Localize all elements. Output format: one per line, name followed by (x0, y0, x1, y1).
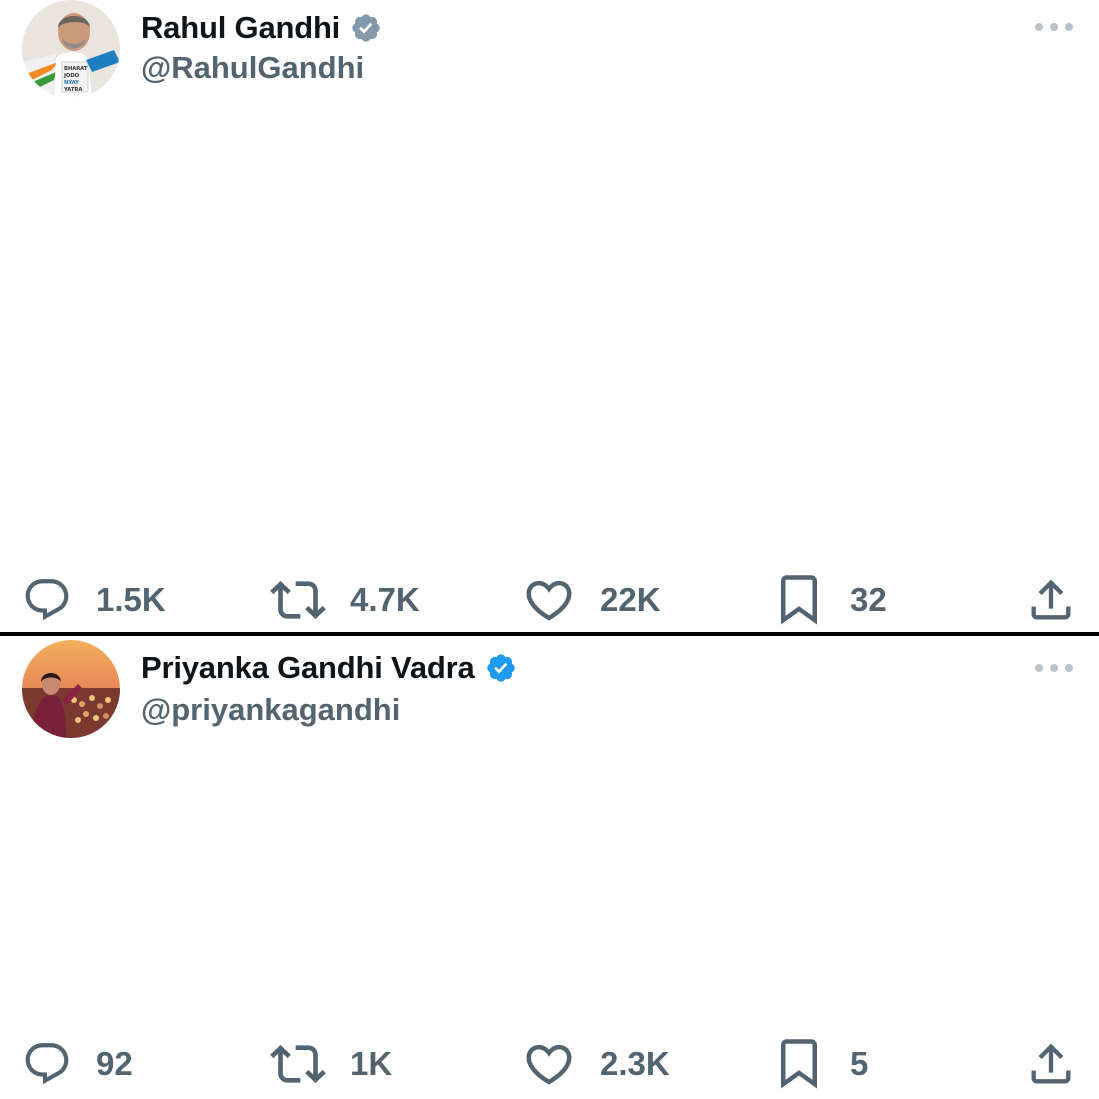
author-name-row: Rahul Gandhi (141, 8, 382, 48)
share-button[interactable] (1025, 572, 1077, 628)
like-count: 22K (600, 581, 661, 618)
avatar[interactable] (22, 640, 120, 738)
retweet-count: 1K (350, 1045, 393, 1082)
bookmark-count: 32 (850, 581, 887, 618)
share-button[interactable] (1025, 1036, 1077, 1092)
heart-icon (526, 580, 572, 621)
retweet-button[interactable]: 1K (270, 1036, 392, 1092)
more-icon[interactable] (1035, 20, 1073, 34)
verified-badge-icon (352, 14, 380, 42)
svg-text:BHARAT: BHARAT (64, 66, 88, 72)
bookmark-icon (781, 575, 817, 625)
avatar-image (22, 640, 120, 738)
share-icon (1031, 579, 1071, 620)
bookmark-count: 5 (850, 1045, 869, 1082)
like-button[interactable]: 2.3K (522, 1036, 670, 1092)
more-icon[interactable] (1035, 661, 1073, 675)
author-handle[interactable]: @RahulGandhi (141, 48, 364, 88)
retweet-icon (270, 1045, 326, 1083)
svg-text:NYAY: NYAY (64, 80, 79, 86)
tweet-card: Priyanka Gandhi Vadra @priyankagandhi 92… (0, 636, 1099, 1099)
like-button[interactable]: 22K (522, 572, 661, 628)
author-name-row: Priyanka Gandhi Vadra (141, 648, 517, 688)
retweet-count: 4.7K (350, 581, 420, 618)
reply-button[interactable]: 92 (22, 1036, 133, 1092)
bookmark-button[interactable]: 5 (776, 1036, 868, 1092)
retweet-icon (270, 581, 326, 619)
avatar[interactable]: BHARAT JODO NYAY YATRA (22, 0, 120, 98)
bookmark-icon (781, 1039, 817, 1089)
reply-count: 1.5K (96, 581, 166, 618)
svg-text:YATRA: YATRA (63, 87, 82, 93)
reply-count: 92 (96, 1045, 133, 1082)
avatar-image: BHARAT JODO NYAY YATRA (22, 0, 120, 98)
reply-button[interactable]: 1.5K (22, 572, 166, 628)
bookmark-button[interactable]: 32 (776, 572, 887, 628)
svg-text:JODO: JODO (63, 73, 80, 79)
author-display-name[interactable]: Priyanka Gandhi Vadra (141, 648, 475, 688)
tweet-actions: 92 1K 2.3K 5 (0, 1036, 1099, 1092)
verified-badge-icon (486, 654, 515, 682)
share-icon (1031, 1043, 1071, 1084)
reply-icon (25, 579, 69, 621)
author-display-name[interactable]: Rahul Gandhi (141, 8, 340, 48)
reply-icon (25, 1043, 69, 1085)
tweet-card: BHARAT JODO NYAY YATRA Rahul Gandhi @Rah… (0, 0, 1099, 632)
tweet-actions: 1.5K 4.7K 22K 32 (0, 572, 1099, 628)
retweet-button[interactable]: 4.7K (270, 572, 420, 628)
like-count: 2.3K (600, 1045, 670, 1082)
heart-icon (526, 1044, 572, 1085)
author-handle[interactable]: @priyankagandhi (141, 690, 400, 730)
